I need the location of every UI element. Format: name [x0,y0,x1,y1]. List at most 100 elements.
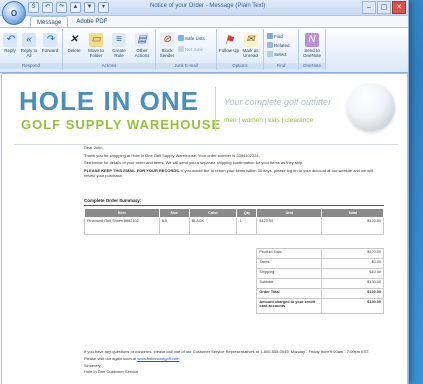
onenote-group-label: OneNote [299,63,325,69]
respond-group-label: Respond [0,63,62,69]
title-bar: S ↶ ↷ ▲ ▼ ▾ Notice of your Order - Messa… [0,0,408,16]
customize-toolbar-icon[interactable]: ▾ [98,2,109,13]
follow-up-button[interactable]: ⚑ Follow Up [219,33,239,53]
totals-blank [85,299,257,314]
respond-group: ↶ Reply « Reply to All ↷ Forward Respond [0,29,63,70]
greeting: Dear John, [84,145,104,150]
window-controls: – ▢ ✕ [362,1,406,14]
folder-icon: ▭ [89,33,103,47]
move-to-folder-button[interactable]: ▭ Move to Folder [85,33,107,58]
select-icon [267,51,273,57]
redo-icon[interactable]: ↷ [56,2,67,13]
totals-label: Taxes [256,258,323,269]
records-note: PLEASE KEEP THIS EMAIL FOR YOUR RECORDS.… [84,168,384,179]
order-total-value: $130.00 [321,288,384,299]
actions-group-label: Actions [63,63,155,69]
maximize-button[interactable]: ▢ [377,1,391,14]
find-button[interactable]: Find [267,33,283,39]
table-spacer-row [85,235,384,249]
cell-item: Pinehurst Golf Shoes 8682102 [84,217,160,235]
col-header-total: Total [321,208,384,218]
not-junk-button[interactable]: Not Junk [178,46,203,52]
totals-row: Product Total $120.00 [85,248,384,259]
order-confirmation-text: Thank you for shopping at Hole In One Go… [84,152,260,158]
website-link[interactable]: www.holeinonegolf.com [137,356,179,361]
totals-blank [85,259,257,269]
office-button[interactable]: O [2,1,26,25]
col-header-color: Color [188,208,238,218]
onenote-group: N Send to OneNote OneNote [299,29,326,70]
binoculars-icon [267,33,273,39]
message-body-pane[interactable]: HOLE IN ONE GOLF SUPPLY WAREHOUSE Your c… [1,73,408,384]
reply-all-icon: « [22,33,36,47]
minimize-button[interactable]: – [362,1,376,14]
visit-again-text: Please visit our again soon at www.holei… [84,356,384,361]
order-summary: Complete Order Summary: Item Size Color … [84,198,384,314]
category-links[interactable]: men | women | kids | clearance [224,117,313,124]
reply-button[interactable]: ↶ Reply [2,33,18,53]
junk-group-label: Junk E-mail [156,63,216,69]
safe-lists-icon [178,35,184,41]
order-total-label: Order Total [256,288,323,299]
email-footer: If you have any questions or concerns, p… [84,349,384,376]
totals-blank [85,279,257,289]
block-sender-icon: ⊘ [160,33,174,47]
totals-label: Product Total [256,248,323,259]
forward-button[interactable]: ↷ Forward [40,33,60,53]
delete-icon: ✕ [69,34,79,45]
golf-ball-image [347,83,395,131]
email-banner: HOLE IN ONE GOLF SUPPLY WAREHOUSE Your c… [14,77,398,145]
close-button[interactable]: ✕ [392,1,406,14]
delete-button[interactable]: ✕ Delete [65,33,83,53]
flag-icon: ⚑ [223,33,235,47]
next-item-icon[interactable]: ▼ [84,2,95,13]
actions-group: ✕ Delete ▭ Move to Folder ≡ Create Rule … [63,29,156,70]
email-intro: Dear John, Thank you for shopping at Hol… [84,145,384,181]
visit-again-prefix: Please visit our again soon at [84,356,138,362]
col-header-size: Size [158,208,190,218]
table-row: Pinehurst Golf Shoes 8682102 8.5 BLACK 1… [84,217,384,235]
totals-row: Amount charged to your credit card accou… [85,298,384,314]
envelope-icon: ✉ [243,33,258,47]
previous-item-icon[interactable]: ▲ [70,2,81,13]
quick-access-toolbar: S ↶ ↷ ▲ ▼ ▾ [28,2,109,13]
col-header-qty: Qty [236,208,258,218]
totals-row: Order Total $130.00 [85,288,384,299]
cell-color: BLACK [188,217,238,235]
customer-service-text: If you have any questions or concerns, p… [84,349,370,354]
other-actions-icon: ▤ [135,33,149,47]
related-button[interactable]: Related [267,42,290,48]
tagline: Your complete golf outfitter [224,97,332,107]
amount-charged-label: Amount charged to your credit card accou… [256,298,323,314]
order-table: Item Size Color Qty Unit Total Pinehurst… [84,208,384,314]
options-group-label: Options [217,63,263,69]
store-logo-line2: GOLF SUPPLY WAREHOUSE [21,117,222,132]
send-to-onenote-button[interactable]: N Send to OneNote [302,33,322,58]
cell-size: 8.5 [158,217,190,235]
junk-group: ⊘ Block Sender Safe Lists Not Junk Junk … [156,29,217,70]
message-window: S ↶ ↷ ▲ ▼ ▾ Notice of your Order - Messa… [0,0,409,384]
safe-lists-button[interactable]: Safe Lists [178,35,205,41]
find-group: Find Related Select Find [264,29,299,70]
other-actions-button[interactable]: ▤ Other Actions [131,33,153,58]
totals-row: Subtotal $130.00 [85,278,384,289]
order-table-header: Item Size Color Qty Unit Total [84,208,384,218]
mark-unread-button[interactable]: ✉ Mark as Unread [240,33,261,58]
select-button[interactable]: Select [267,51,287,57]
block-sender-button[interactable]: ⊘ Block Sender [158,33,176,58]
find-group-label: Find [264,63,298,69]
save-icon[interactable]: S [28,2,39,13]
totals-row: Taxes $0.00 [85,258,384,269]
undo-icon[interactable]: ↶ [42,2,53,13]
window-title: Notice of your Order - Message (Plain Te… [150,3,266,9]
forward-icon: ↷ [43,33,57,47]
banner-divider [215,87,216,131]
totals-value: $130.00 [321,278,384,289]
onenote-icon: N [305,33,319,47]
create-rule-button[interactable]: ≡ Create Rule [109,33,129,58]
reply-all-button[interactable]: « Reply to All [20,33,38,58]
totals-label: Subtotal [256,278,323,289]
store-logo-line1: HOLE IN ONE [19,86,200,116]
spacer-cell [85,235,384,249]
totals-row: Shipping $10.00 [85,268,384,279]
